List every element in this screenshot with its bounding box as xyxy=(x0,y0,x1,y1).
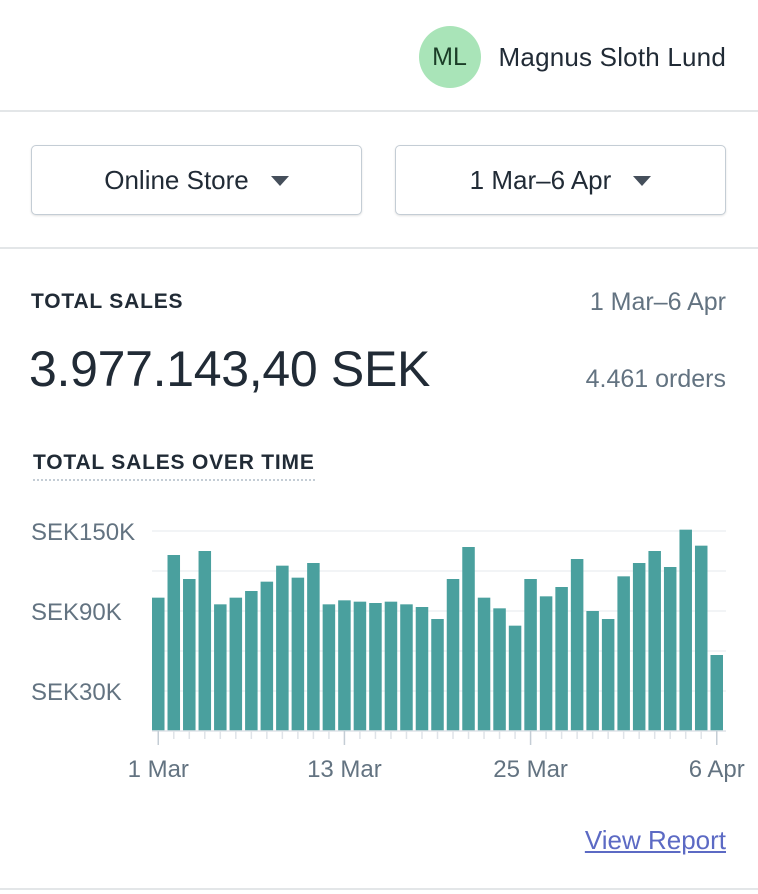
bar xyxy=(276,565,289,731)
y-tick-label: SEK90K xyxy=(31,599,122,626)
bar xyxy=(291,577,305,731)
bar xyxy=(508,625,522,731)
bar xyxy=(648,551,661,731)
store-select[interactable]: Online Store xyxy=(31,145,362,215)
bar xyxy=(260,581,274,731)
y-tick-label: SEK150K xyxy=(31,519,135,546)
bar xyxy=(555,587,568,731)
bar xyxy=(384,601,398,731)
sales-bar-chart: SEK30K SEK90K SEK150K 1 Mar 13 Mar 25 Mar 6 Ap… xyxy=(31,519,745,783)
caret-down-icon xyxy=(633,176,652,186)
filter-bar: Online Store 1 Mar–6 Apr xyxy=(0,112,758,249)
store-select-label: Online Store xyxy=(104,164,249,195)
bar xyxy=(400,604,413,731)
caret-down-icon xyxy=(270,176,289,186)
bar xyxy=(338,600,351,731)
bar xyxy=(617,576,630,731)
view-report-link[interactable]: View Report xyxy=(585,825,726,856)
bar xyxy=(183,579,196,731)
date-range-select-label: 1 Mar–6 Apr xyxy=(469,164,612,195)
bar xyxy=(415,607,429,731)
x-tick-label: 6 Apr xyxy=(689,756,745,783)
bar xyxy=(694,545,708,731)
bar xyxy=(477,597,491,731)
chart-title[interactable]: TOTAL SALES OVER TIME xyxy=(33,451,315,481)
bar xyxy=(322,604,336,731)
bar xyxy=(524,579,537,731)
bar xyxy=(632,563,646,731)
bar xyxy=(152,597,165,731)
bar xyxy=(229,597,243,731)
divider xyxy=(0,888,758,890)
bar xyxy=(245,591,258,731)
bar xyxy=(446,579,460,731)
bar xyxy=(353,601,367,731)
bar xyxy=(493,608,506,731)
orders-count: 4.461 orders xyxy=(585,365,726,393)
user-menu[interactable]: ML Magnus Sloth Lund xyxy=(418,26,726,88)
bar xyxy=(431,619,444,731)
total-sales-heading: TOTAL SALES xyxy=(31,290,184,313)
x-tick-label: 25 Mar xyxy=(493,756,568,783)
bar xyxy=(462,547,475,731)
bar xyxy=(586,611,599,731)
bar xyxy=(369,603,382,731)
date-range-select[interactable]: 1 Mar–6 Apr xyxy=(395,145,726,215)
avatar[interactable]: ML xyxy=(418,26,481,88)
y-tick-label: SEK30K xyxy=(31,679,122,706)
x-tick-label: 1 Mar xyxy=(128,756,189,783)
total-sales-value: 3.977.143,40 SEK xyxy=(29,341,431,397)
bar xyxy=(710,655,723,731)
summary-date-range: 1 Mar–6 Apr xyxy=(589,288,726,316)
bar xyxy=(307,563,320,731)
bar xyxy=(601,619,615,731)
bar xyxy=(167,555,181,731)
bar xyxy=(214,604,227,731)
bar xyxy=(663,567,677,731)
user-name[interactable]: Magnus Sloth Lund xyxy=(499,42,726,73)
bar xyxy=(198,551,212,731)
top-bar: ML Magnus Sloth Lund xyxy=(0,0,758,112)
bar xyxy=(570,559,584,731)
bar xyxy=(679,529,692,731)
bar xyxy=(539,596,553,731)
x-tick-label: 13 Mar xyxy=(307,756,382,783)
